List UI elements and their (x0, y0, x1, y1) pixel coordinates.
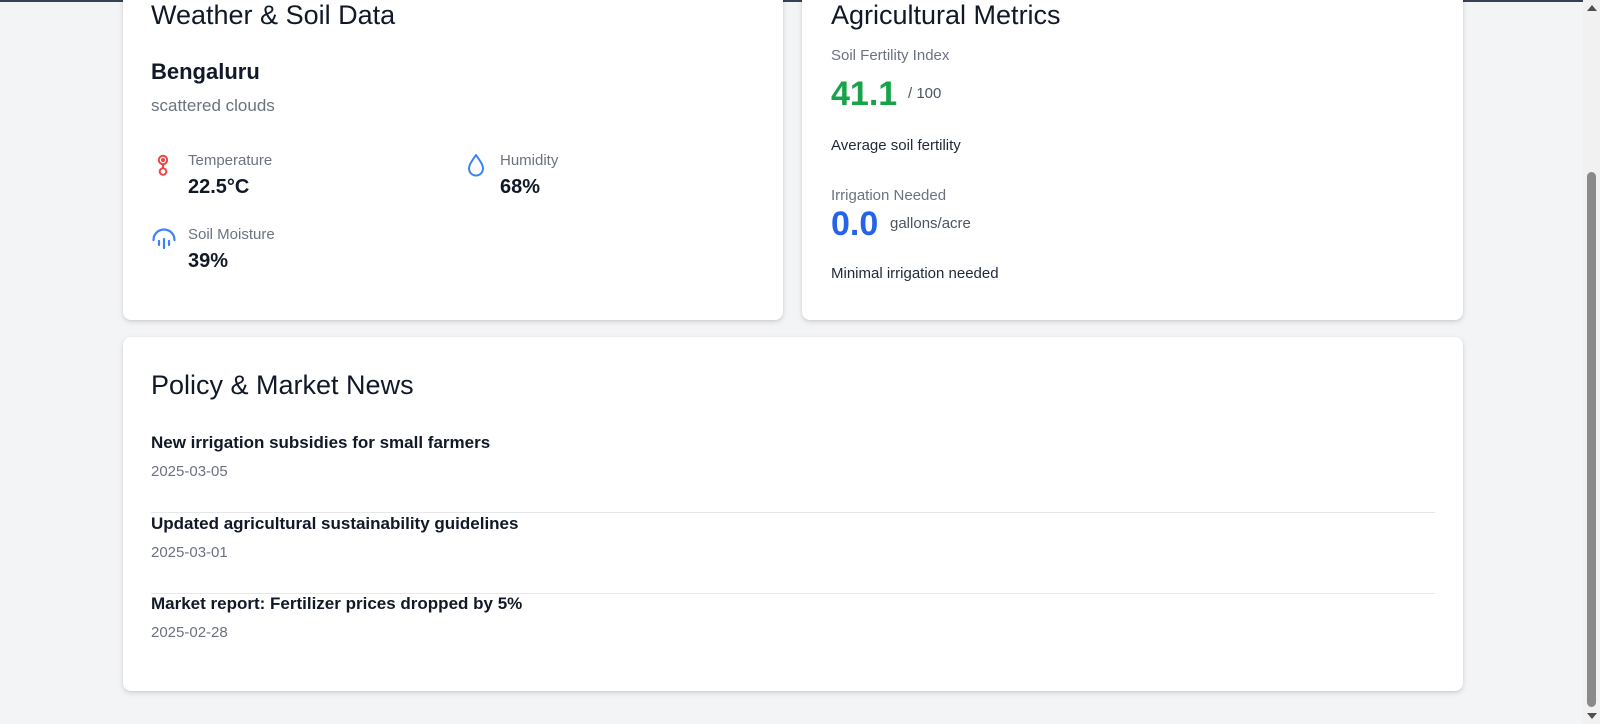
page-scrollbar[interactable] (1583, 0, 1600, 724)
news-item-date: 2025-03-01 (151, 544, 228, 561)
humidity-label: Humidity (500, 152, 559, 169)
thermometer-icon (157, 154, 169, 176)
news-item-title[interactable]: Market report: Fertilizer prices dropped… (151, 594, 522, 614)
humidity-value: 68% (500, 176, 541, 198)
irrigation-value: 0.0 (831, 205, 879, 243)
news-item-date: 2025-02-28 (151, 624, 228, 641)
temperature-value: 22.5°C (188, 176, 250, 198)
fertility-value: 41.1 (831, 75, 898, 113)
irrigation-unit: gallons/acre (890, 215, 971, 232)
scroll-down-arrow-icon[interactable] (1587, 713, 1597, 719)
irrigation-description: Minimal irrigation needed (831, 265, 999, 282)
umbrella-icon (152, 228, 176, 250)
weather-soil-card: Weather & Soil Data Bengaluru scattered … (123, 0, 783, 320)
policy-market-news-card: Policy & Market News New irrigation subs… (123, 337, 1463, 691)
soil-moisture-value: 39% (188, 250, 229, 272)
fertility-label: Soil Fertility Index (831, 47, 950, 64)
news-item-date: 2025-03-05 (151, 463, 228, 480)
news-item[interactable]: Market report: Fertilizer prices dropped… (151, 594, 1435, 674)
soil-moisture-label: Soil Moisture (188, 226, 275, 243)
news-item-title[interactable]: Updated agricultural sustainability guid… (151, 514, 518, 534)
droplet-icon (468, 154, 484, 177)
scroll-up-arrow-icon[interactable] (1587, 5, 1597, 11)
news-item[interactable]: Updated agricultural sustainability guid… (151, 514, 1435, 594)
city-name: Bengaluru (151, 59, 260, 84)
news-card-title: Policy & Market News (151, 370, 414, 400)
weather-condition: scattered clouds (151, 96, 275, 115)
irrigation-label: Irrigation Needed (831, 187, 947, 204)
fertility-unit: / 100 (908, 85, 942, 102)
fertility-description: Average soil fertility (831, 137, 961, 154)
weather-card-title: Weather & Soil Data (151, 0, 396, 30)
scrollbar-thumb[interactable] (1587, 172, 1596, 707)
agricultural-metrics-card: Agricultural Metrics Soil Fertility Inde… (802, 0, 1463, 320)
news-item[interactable]: New irrigation subsidies for small farme… (151, 433, 1435, 513)
temperature-label: Temperature (188, 152, 273, 169)
news-item-title[interactable]: New irrigation subsidies for small farme… (151, 433, 490, 453)
metrics-card-title: Agricultural Metrics (831, 0, 1061, 30)
